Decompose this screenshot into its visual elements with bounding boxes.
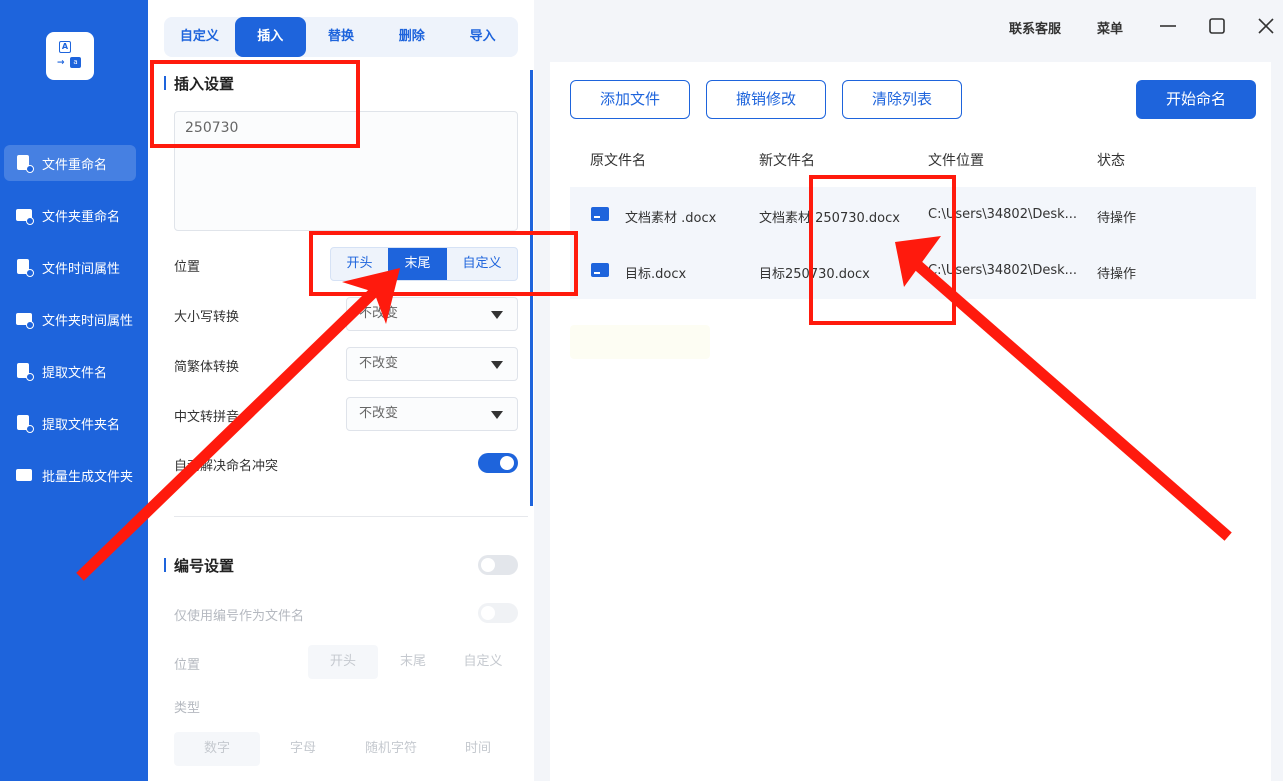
annotation-arrows: [76, 236, 1232, 581]
annotation-arrow-right: [895, 236, 1232, 541]
annotation-arrow-left: [76, 268, 400, 581]
